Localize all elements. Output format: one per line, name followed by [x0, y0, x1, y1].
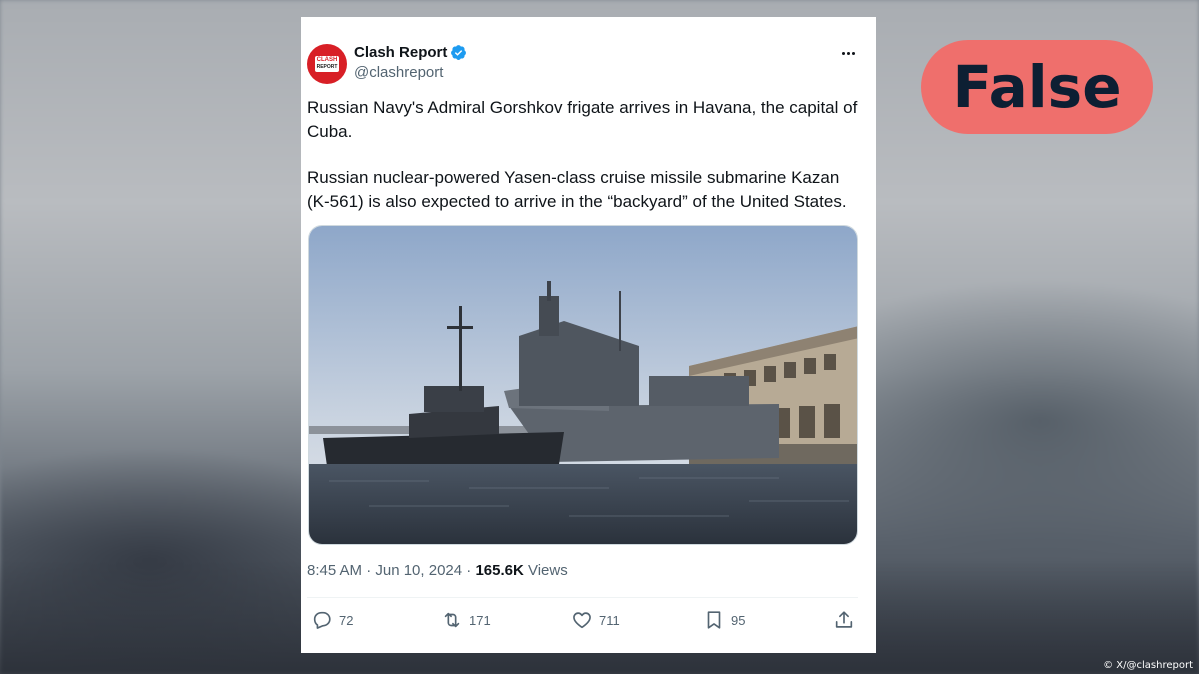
verified-icon [451, 45, 467, 60]
more-icon[interactable] [838, 43, 858, 63]
share-button[interactable] [833, 607, 861, 633]
verdict-badge: False [921, 40, 1153, 134]
tweet-paragraph-1: Russian Navy's Admiral Gorshkov frigate … [307, 98, 858, 141]
divider [307, 597, 858, 598]
avatar-logo: CLASH REPORT [315, 56, 339, 72]
action-bar: 72 171 711 95 [307, 607, 862, 633]
avatar-logo-line-2: REPORT [316, 64, 338, 70]
bookmark-button[interactable]: 95 [703, 607, 745, 633]
reply-button[interactable]: 72 [311, 607, 353, 633]
avatar[interactable]: CLASH REPORT [307, 44, 347, 84]
author-name-row[interactable]: Clash Report [354, 44, 467, 61]
tweet-timestamp[interactable]: 8:45 AM · Jun 10, 2024 · [307, 562, 475, 579]
bookmark-count: 95 [731, 612, 746, 628]
tweet-paragraph-2: Russian nuclear-powered Yasen-class crui… [307, 168, 847, 211]
views-count: 165.6K [475, 562, 524, 579]
repost-count: 171 [469, 612, 491, 628]
like-count: 711 [599, 612, 620, 628]
author-handle[interactable]: @clashreport [354, 64, 443, 81]
like-icon [573, 612, 591, 629]
reply-count: 72 [339, 612, 354, 628]
like-button[interactable]: 711 [571, 607, 620, 633]
image-credit: © X/@clashreport [1103, 660, 1193, 671]
views-label: Views [523, 562, 568, 579]
warship-in-harbor-image [309, 226, 857, 544]
tweet-meta: 8:45 AM · Jun 10, 2024 · 165.6K Views [307, 562, 568, 579]
tweet-card: CLASH REPORT Clash Report @clashreport R… [301, 17, 876, 653]
avatar-logo-line-1: CLASH [316, 57, 338, 63]
author-name[interactable]: Clash Report [354, 44, 447, 61]
tweet-text: Russian Navy's Admiral Gorshkov frigate … [307, 96, 862, 214]
share-icon [835, 611, 853, 628]
bookmark-icon [707, 611, 721, 629]
repost-button[interactable]: 171 [441, 607, 491, 633]
tweet-video-thumbnail[interactable] [308, 225, 858, 545]
repost-icon [444, 612, 460, 628]
reply-icon [313, 611, 331, 629]
